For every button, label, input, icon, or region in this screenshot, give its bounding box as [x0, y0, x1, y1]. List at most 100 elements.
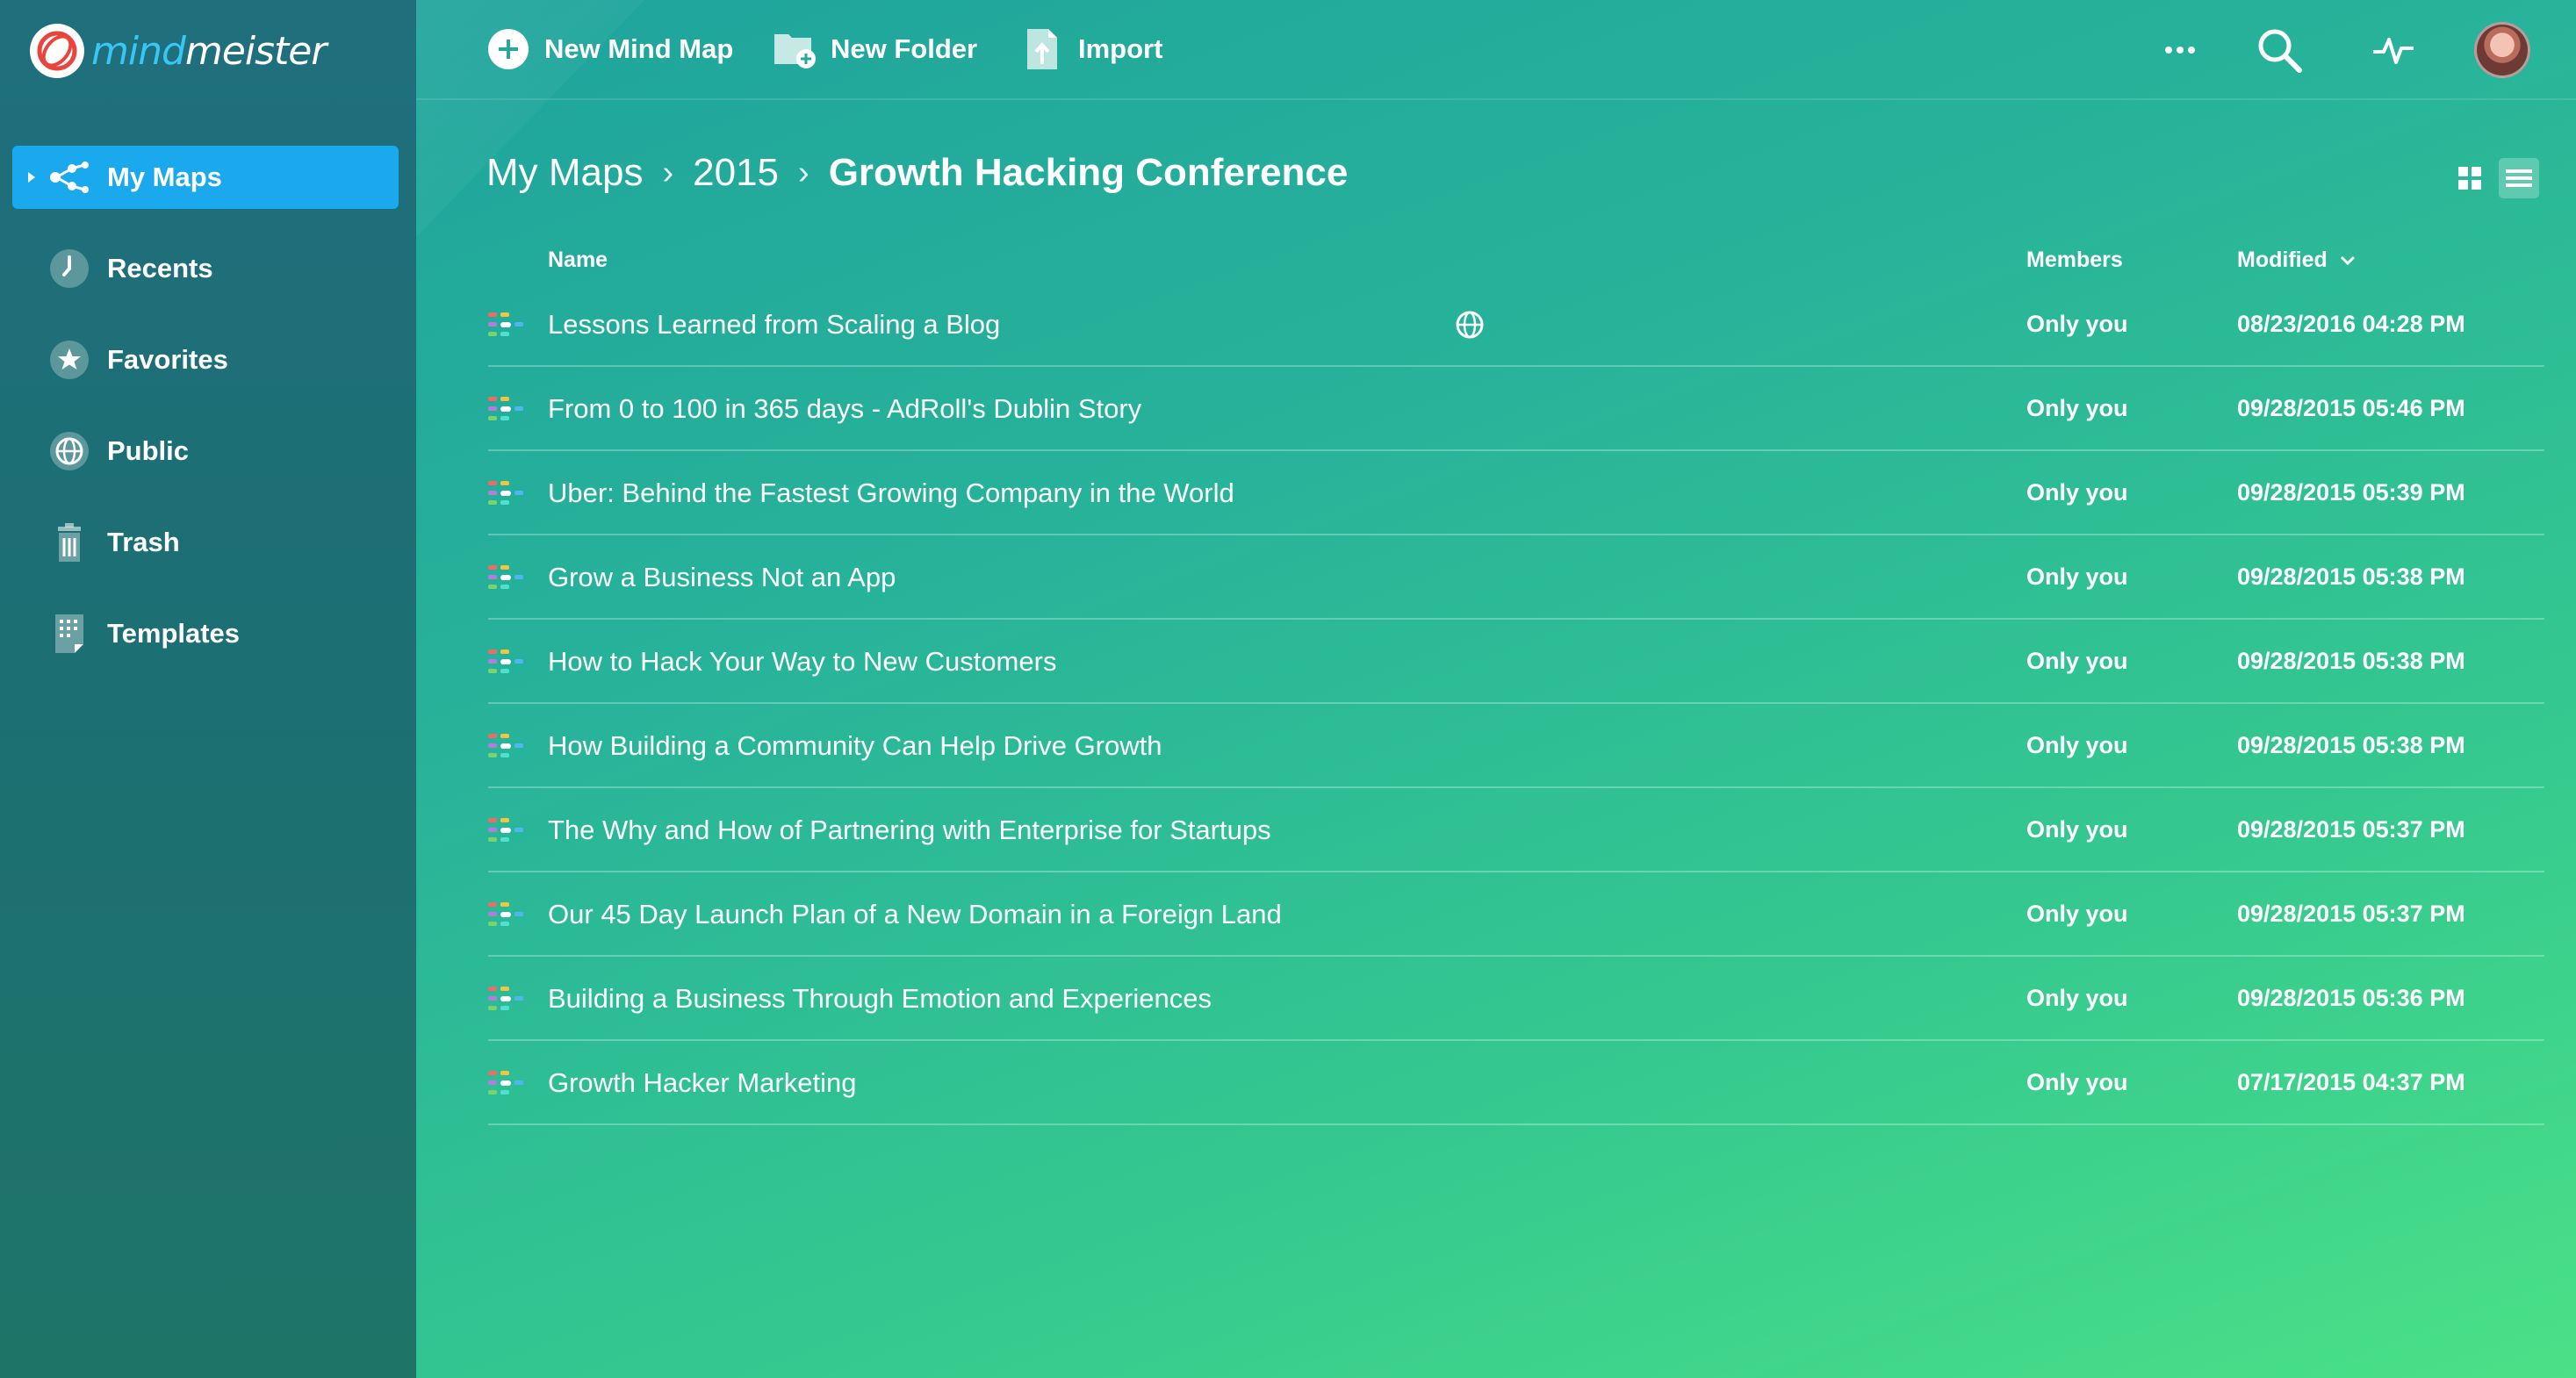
sidebar-item-label: Templates	[107, 618, 241, 649]
sidebar-item-public[interactable]: Public	[12, 420, 399, 483]
row-map-name[interactable]: Our 45 Day Launch Plan of a New Domain i…	[548, 899, 1282, 930]
row-members: Only you	[2026, 816, 2128, 843]
mindmap-file-icon	[488, 481, 529, 506]
row-modified: 09/28/2015 05:36 PM	[2237, 985, 2465, 1011]
logo-wordmark: mindmeister	[91, 28, 327, 74]
row-members: Only you	[2026, 563, 2128, 590]
more-dots-icon	[2165, 47, 2195, 54]
row-map-name[interactable]: Growth Hacker Marketing	[548, 1067, 856, 1099]
globe-icon	[47, 429, 91, 473]
avatar	[2474, 22, 2530, 78]
import-file-icon	[1020, 27, 1064, 71]
table-row[interactable]: Growth Hacker Marketing Only you 07/17/201…	[488, 1041, 2544, 1125]
sidebar-item-label: Favorites	[107, 344, 228, 375]
breadcrumb: My Maps › 2015 › Growth Hacking Conferen…	[486, 151, 1348, 195]
row-map-name[interactable]: The Why and How of Partnering with Enter…	[548, 815, 1271, 846]
breadcrumb-root[interactable]: My Maps	[486, 151, 643, 195]
new-mind-map-label: New Mind Map	[544, 33, 734, 64]
trash-icon	[47, 520, 91, 564]
row-map-name[interactable]: Grow a Business Not an App	[548, 562, 896, 593]
breadcrumb-separator-icon: ›	[798, 154, 809, 191]
table-row[interactable]: From 0 to 100 in 365 days - AdRoll's Dub…	[488, 367, 2544, 451]
breadcrumb-separator-icon: ›	[662, 154, 674, 191]
user-avatar-button[interactable]	[2471, 19, 2534, 81]
mindmap-file-icon	[488, 650, 529, 674]
star-icon	[47, 338, 91, 382]
breadcrumb-folder[interactable]: 2015	[693, 151, 779, 195]
grid-view-icon	[2458, 167, 2481, 190]
row-modified: 07/17/2015 04:37 PM	[2237, 1069, 2465, 1095]
sort-chevron-down-icon	[2340, 255, 2355, 266]
main-content: New Mind Map New Folder Import My Maps ›…	[416, 0, 2576, 1378]
row-modified: 09/28/2015 05:37 PM	[2237, 816, 2465, 843]
templates-icon	[47, 612, 91, 656]
table-row[interactable]: Lessons Learned from Scaling a Blog Only …	[488, 283, 2544, 367]
sidebar-item-recents[interactable]: Recents	[12, 237, 399, 300]
table-row[interactable]: How Building a Community Can Help Drive …	[488, 704, 2544, 788]
sidebar-item-favorites[interactable]: Favorites	[12, 328, 399, 391]
activity-button[interactable]	[2367, 19, 2420, 81]
column-header-members[interactable]: Members	[2026, 248, 2123, 273]
row-modified: 09/28/2015 05:38 PM	[2237, 648, 2465, 674]
table-row[interactable]: Building a Business Through Emotion and …	[488, 957, 2544, 1041]
table-row[interactable]: Uber: Behind the Fastest Growing Company…	[488, 451, 2544, 535]
sidebar-item-label: Recents	[107, 253, 213, 283]
mindmap-file-icon	[488, 987, 529, 1011]
column-header-modified-label: Modified	[2237, 248, 2328, 272]
sidebar-item-trash[interactable]: Trash	[12, 511, 399, 574]
row-members: Only you	[2026, 479, 2128, 506]
table-row[interactable]: Our 45 Day Launch Plan of a New Domain i…	[488, 872, 2544, 957]
row-members: Only you	[2026, 901, 2128, 927]
row-members: Only you	[2026, 311, 2128, 337]
more-options-button[interactable]	[2158, 19, 2202, 81]
row-modified: 09/28/2015 05:38 PM	[2237, 732, 2465, 758]
mindmap-file-icon	[488, 312, 529, 337]
row-map-name[interactable]: How Building a Community Can Help Drive …	[548, 730, 1162, 762]
row-map-name[interactable]: Uber: Behind the Fastest Growing Company…	[548, 477, 1234, 509]
row-members: Only you	[2026, 1069, 2128, 1095]
column-header-name[interactable]: Name	[548, 248, 608, 273]
sidebar-item-templates[interactable]: Templates	[12, 602, 399, 665]
mindmap-icon	[47, 155, 91, 199]
table-row[interactable]: Grow a Business Not an App Only you 09/28/…	[488, 535, 2544, 620]
mindmap-file-icon	[488, 818, 529, 843]
list-view-button[interactable]	[2499, 158, 2539, 198]
sidebar-item-label: Trash	[107, 527, 180, 557]
row-modified: 08/23/2016 04:28 PM	[2237, 311, 2465, 337]
sidebar-item-label: Public	[107, 435, 190, 466]
sidebar-item-my-maps[interactable]: My Maps	[12, 146, 399, 209]
breadcrumb-current: Growth Hacking Conference	[828, 151, 1349, 194]
expand-caret-icon[interactable]	[28, 172, 35, 183]
row-map-name[interactable]: How to Hack Your Way to New Customers	[548, 646, 1056, 678]
grid-view-button[interactable]	[2450, 158, 2490, 198]
table-row[interactable]: The Why and How of Partnering with Enter…	[488, 788, 2544, 872]
public-globe-icon	[1454, 309, 1486, 341]
row-modified: 09/28/2015 05:46 PM	[2237, 395, 2465, 421]
search-icon	[2258, 29, 2302, 73]
table-row[interactable]: How to Hack Your Way to New Customers Onl…	[488, 620, 2544, 704]
search-button[interactable]	[2253, 19, 2306, 81]
new-folder-label: New Folder	[831, 33, 978, 64]
new-mind-map-button[interactable]: New Mind Map	[486, 23, 733, 75]
clock-icon	[47, 247, 91, 291]
row-map-name[interactable]: Lessons Learned from Scaling a Blog	[548, 309, 1000, 341]
row-map-name[interactable]: Building a Business Through Emotion and …	[548, 983, 1212, 1015]
new-folder-button[interactable]: New Folder	[773, 23, 977, 75]
mindmeister-logo[interactable]: mindmeister	[30, 23, 327, 79]
row-modified: 09/28/2015 05:39 PM	[2237, 479, 2465, 506]
top-toolbar: New Mind Map New Folder Import	[416, 0, 2576, 100]
row-members: Only you	[2026, 732, 2128, 758]
sidebar: mindmeister My Maps Recents Favorites Pu…	[0, 0, 416, 1378]
row-modified: 09/28/2015 05:38 PM	[2237, 563, 2465, 590]
maps-table: Name Members Modified Lessons Learned fr…	[488, 239, 2544, 1125]
row-members: Only you	[2026, 985, 2128, 1011]
plus-circle-icon	[486, 27, 530, 71]
column-header-modified[interactable]: Modified	[2237, 248, 2357, 273]
import-button[interactable]: Import	[1020, 23, 1162, 75]
mindmap-file-icon	[488, 1071, 529, 1095]
row-map-name[interactable]: From 0 to 100 in 365 days - AdRoll's Dub…	[548, 393, 1141, 425]
import-label: Import	[1078, 33, 1163, 64]
mindmap-file-icon	[488, 565, 529, 590]
mindmap-file-icon	[488, 397, 529, 421]
mindmap-file-icon	[488, 902, 529, 927]
